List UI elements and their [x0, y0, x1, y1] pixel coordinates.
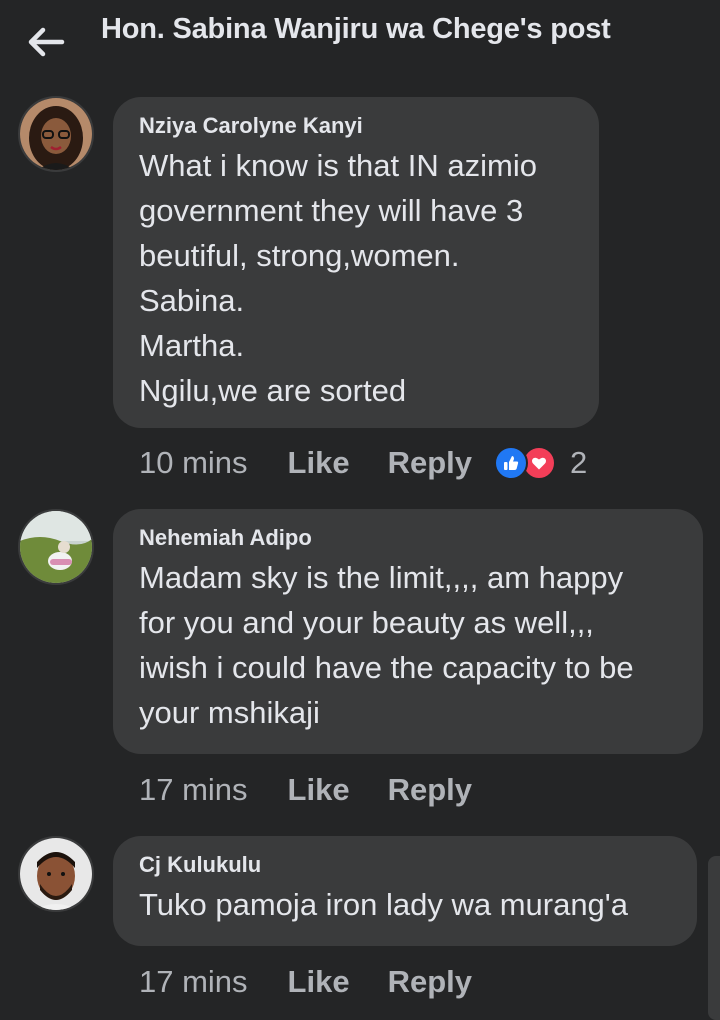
comment-text: Madam sky is the limit,,,, am happy for …	[139, 560, 634, 730]
avatar[interactable]	[18, 96, 94, 172]
reply-button[interactable]: Reply	[388, 445, 472, 481]
like-button[interactable]: Like	[288, 772, 350, 808]
like-button[interactable]: Like	[288, 445, 350, 481]
comment-actions: 17 mins Like Reply	[139, 962, 510, 1002]
comment-time[interactable]: 10 mins	[139, 445, 248, 481]
avatar[interactable]	[18, 836, 94, 912]
comment-text: Tuko pamoja iron lady wa murang'a	[139, 887, 628, 922]
page-title: Hon. Sabina Wanjiru wa Chege's post	[101, 13, 611, 45]
avatar[interactable]	[18, 509, 94, 585]
profile-photo	[20, 511, 92, 583]
scroll-handle[interactable]	[708, 856, 720, 1020]
profile-photo	[20, 838, 92, 910]
back-button[interactable]	[24, 22, 68, 62]
reply-button[interactable]: Reply	[388, 772, 472, 808]
profile-photo	[20, 98, 92, 170]
top-bar: Hon. Sabina Wanjiru wa Chege's post	[0, 0, 720, 94]
reaction-count: 2	[570, 445, 588, 480]
comment-author[interactable]: Nziya Carolyne Kanyi	[139, 111, 573, 141]
comment-author[interactable]: Cj Kulukulu	[139, 850, 671, 880]
comment-bubble[interactable]: Nehemiah Adipo Madam sky is the limit,,,…	[113, 509, 703, 754]
like-icon	[494, 446, 528, 480]
comment-time[interactable]: 17 mins	[139, 964, 248, 1000]
comment-text: What i know is that IN azimio government…	[139, 148, 537, 408]
comment-time[interactable]: 17 mins	[139, 772, 248, 808]
reply-button[interactable]: Reply	[388, 964, 472, 1000]
arrow-left-icon	[28, 27, 65, 57]
like-button[interactable]: Like	[288, 964, 350, 1000]
comment-bubble[interactable]: Nziya Carolyne Kanyi What i know is that…	[113, 97, 599, 428]
comment-actions: 10 mins Like Reply 2	[139, 443, 587, 483]
reactions-summary[interactable]: 2	[494, 445, 587, 481]
comment-bubble[interactable]: Cj Kulukulu Tuko pamoja iron lady wa mur…	[113, 836, 697, 946]
comment-author[interactable]: Nehemiah Adipo	[139, 523, 677, 553]
comment-actions: 17 mins Like Reply	[139, 770, 510, 810]
